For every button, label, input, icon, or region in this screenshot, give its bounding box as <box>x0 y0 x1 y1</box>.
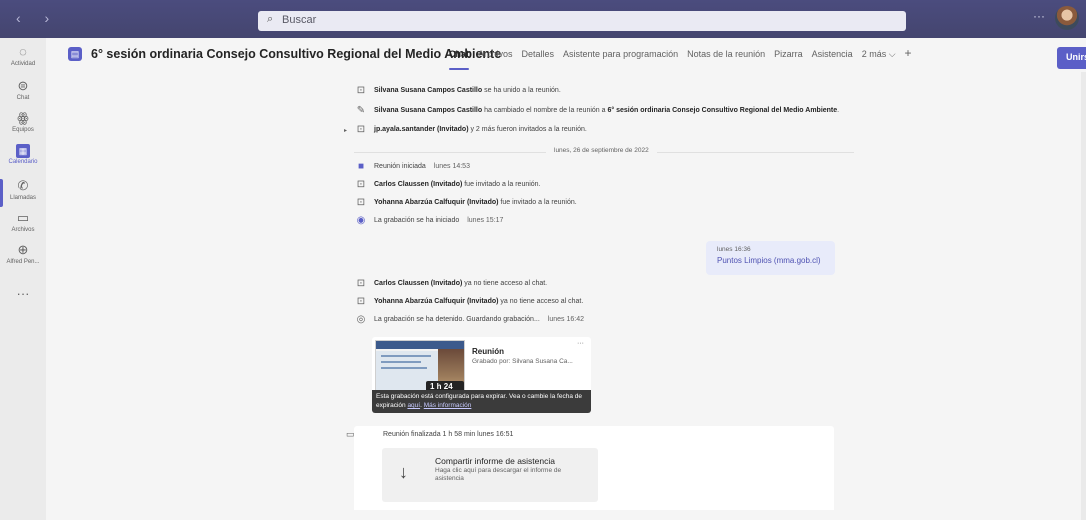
tab-chat[interactable]: Chat <box>449 49 469 70</box>
tab-archivos[interactable]: Archivos <box>478 49 513 60</box>
more-info-link[interactable]: Más información <box>424 402 472 409</box>
rail-label: Alfred Pen... <box>6 259 40 265</box>
video-icon: ■ <box>357 161 365 172</box>
person-icon: ⊡ <box>356 197 366 208</box>
rail-item-llamadas[interactable]: ✆ Llamadas <box>0 178 46 201</box>
person-icon: ⊡ <box>356 179 366 190</box>
camera-icon: ▭ <box>346 429 355 439</box>
expand-chevron-icon[interactable]: ▸ <box>344 127 347 134</box>
thumb-line <box>381 355 431 357</box>
person-icon: ⊡ <box>356 296 366 307</box>
add-tab-icon[interactable]: + <box>905 46 912 60</box>
recording-thumbnail[interactable]: 1 h 24 min <box>375 340 465 393</box>
join-button[interactable]: Unirse <box>1057 47 1086 69</box>
pencil-icon: ✎ <box>356 105 366 116</box>
message-bubble: lunes 16:36 Puntos Limpios (mma.gob.cl) <box>706 241 835 275</box>
attendance-report-card[interactable]: ↓ Compartir informe de asistencia Haga c… <box>382 448 598 502</box>
recording-title[interactable]: Reunión <box>472 347 504 356</box>
thumb-line <box>381 367 427 369</box>
rail-item-archivos[interactable]: ▭ Archivos <box>0 210 46 233</box>
tab-asistente[interactable]: Asistente para programación <box>563 49 678 60</box>
search-placeholder: Buscar <box>282 14 317 26</box>
app-rail: ◌ Actividad ⊜ Chat ꙮ Equipos ▦ Calendari… <box>0 38 46 520</box>
bell-icon: ◌ <box>19 44 27 59</box>
search-icon: ⌕ <box>267 13 274 25</box>
chat-area: ⊡ Silvana Susana Campos Castillo se ha u… <box>46 72 1086 520</box>
attendance-container: ↓ Compartir informe de asistencia Haga c… <box>354 446 834 510</box>
rail-label: Actividad <box>10 61 36 67</box>
rail-label: Llamadas <box>9 195 36 201</box>
tab-detalles[interactable]: Detalles <box>522 49 555 60</box>
message-time: lunes 16:36 <box>717 246 751 253</box>
rail-more-apps[interactable]: ··· <box>0 286 46 302</box>
thumb-line <box>381 361 421 363</box>
meeting-ended-row: ▭ Reunión finalizada 1 h 58 min lunes 16… <box>346 426 834 446</box>
recording-more-icon[interactable]: ··· <box>577 340 584 347</box>
teams-icon: ꙮ <box>17 110 29 125</box>
search-input[interactable]: ⌕ Buscar <box>258 11 906 31</box>
person-icon: ⊡ <box>356 85 366 96</box>
person-icon: ⊡ <box>356 124 366 135</box>
title-bar: ‹ › ⌕ Buscar ··· <box>0 0 1086 38</box>
scrollbar-track[interactable] <box>1081 72 1086 520</box>
tab-asistencia[interactable]: Asistencia <box>812 49 853 60</box>
rail-label: Equipos <box>12 127 34 133</box>
recording-owner: Grabado por: Silvana Susana Ca... <box>472 358 573 365</box>
rail-item-actividad[interactable]: ◌ Actividad <box>0 44 46 67</box>
meeting-title: 6° sesión ordinaria Consejo Consultivo R… <box>91 47 502 61</box>
attendance-title: Compartir informe de asistencia <box>435 456 555 466</box>
rail-item-equipos[interactable]: ꙮ Equipos <box>0 110 46 133</box>
meeting-chat-icon: ▤ <box>68 47 82 61</box>
recording-card[interactable]: 1 h 24 min Reunión Grabado por: Silvana … <box>372 337 591 413</box>
rail-item-calendario[interactable]: ▦ Calendario <box>0 144 46 165</box>
calendar-icon: ▦ <box>16 144 30 158</box>
expiry-here-link[interactable]: aquí <box>407 402 420 409</box>
rail-item-chat[interactable]: ⊜ Chat <box>0 78 46 101</box>
attendance-subtitle: Haga clic aquí para descargar el informe… <box>435 467 562 482</box>
tab-notas[interactable]: Notas de la reunión <box>687 49 765 60</box>
tab-pizarra[interactable]: Pizarra <box>774 49 803 60</box>
meeting-header: ▤ 6° sesión ordinaria Consejo Consultivo… <box>46 38 1086 72</box>
record-icon: ◉ <box>356 215 366 226</box>
rail-item-app[interactable]: ⊕ Alfred Pen... <box>0 242 46 265</box>
back-forward-icons[interactable]: ‹ › <box>16 10 59 26</box>
rail-label: Archivos <box>11 227 35 233</box>
thumb-header <box>376 341 464 349</box>
person-icon: ⊡ <box>356 278 366 289</box>
tab-more[interactable]: 2 más ⌵ <box>862 49 896 60</box>
date-divider: lunes, 26 de septiembre de 2022 <box>546 147 657 154</box>
file-icon: ▭ <box>16 210 30 225</box>
rail-label: Chat <box>16 95 30 101</box>
user-avatar[interactable] <box>1055 6 1079 30</box>
phone-icon: ✆ <box>17 178 29 193</box>
rail-label: Calendario <box>8 159 38 165</box>
more-icon: ··· <box>16 286 30 301</box>
app-icon: ⊕ <box>17 242 29 257</box>
record-stop-icon: ◎ <box>356 314 366 325</box>
message-link[interactable]: Puntos Limpios (mma.gob.cl) <box>717 256 824 265</box>
chat-icon: ⊜ <box>17 78 29 93</box>
recording-expiry-note: Esta grabación está configurada para exp… <box>372 390 591 413</box>
meeting-ended-text: Reunión finalizada 1 h 58 min lunes 16:5… <box>383 431 514 438</box>
more-options-icon[interactable]: ··· <box>1033 9 1045 23</box>
download-icon: ↓ <box>399 462 408 482</box>
tab-bar: Chat Archivos Detalles Asistente para pr… <box>449 46 912 70</box>
